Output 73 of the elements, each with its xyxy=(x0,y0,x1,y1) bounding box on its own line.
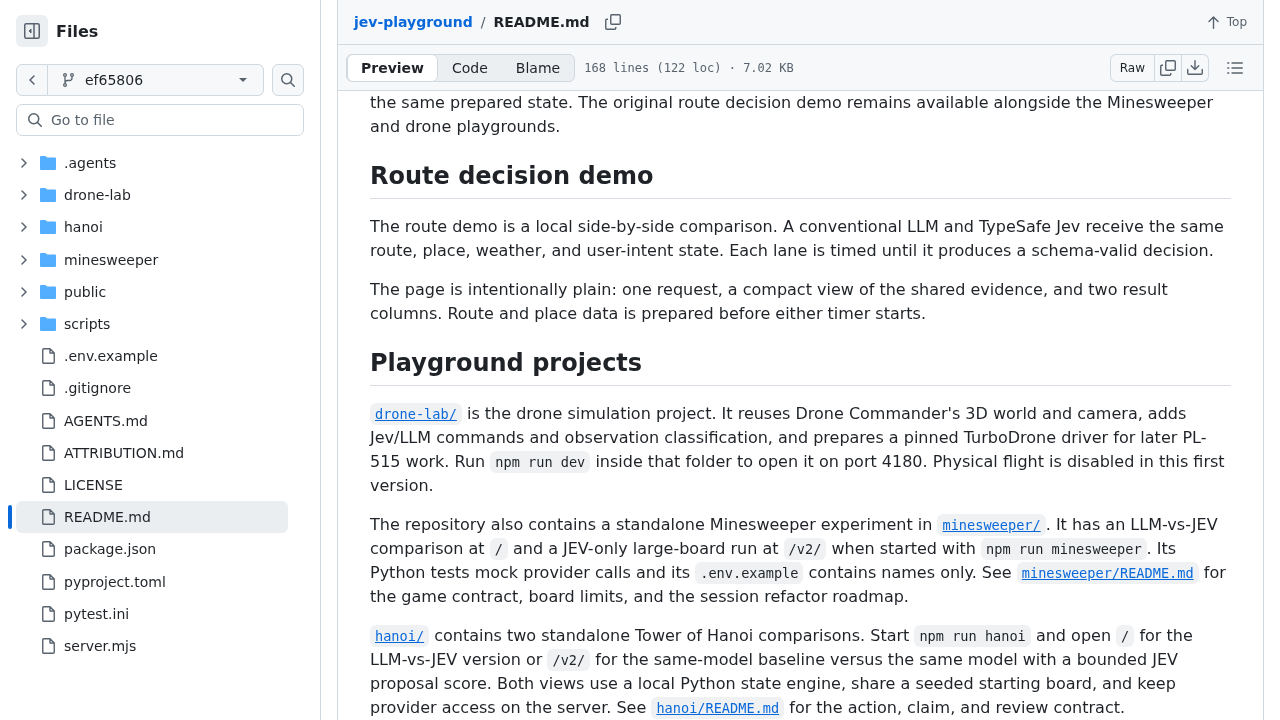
tree-item[interactable]: .agents xyxy=(16,147,288,180)
file-search-field[interactable]: Go to file xyxy=(16,104,304,136)
tree-item[interactable]: public xyxy=(16,275,288,308)
download-button[interactable] xyxy=(1182,53,1209,82)
download-icon xyxy=(1187,60,1203,75)
folder-icon xyxy=(40,188,56,203)
section-heading: Route decision demo xyxy=(370,161,1231,199)
top-button[interactable]: Top xyxy=(1207,11,1247,33)
section-heading: Playground projects xyxy=(370,348,1231,386)
readme-paragraph: The repository also contains a standalone Minesweeper experiment in minesweeper/ . It has an LLM-vs-JEV comparison at / and a JEV-only large-board run at /v2/ when started with npm run minesweeper . Its Python tests mock provider calls and its .env.example contains names only. See minesweeper/README.md for the game contract, board limits, and the session refactor roadmap. xyxy=(370,513,1227,608)
folder-icon xyxy=(40,252,56,267)
file-stats: 168 lines (122 loc) · 7.02 KB xyxy=(584,60,794,75)
search-icon xyxy=(28,113,42,127)
folder-icon xyxy=(40,220,56,235)
readme-paragraph: the same prepared state. The original route decision demo remains available alongside the Minesweeper and drone playgrounds. xyxy=(370,92,1215,138)
readme-paragraph: The page is intentionally plain: one request, a compact view of the shared evidence, and two result columns. Route and place data is prepared before either timer starts. xyxy=(370,279,1169,325)
sidebar-toggle-button[interactable] xyxy=(16,15,48,47)
copy-button[interactable] xyxy=(1155,53,1182,82)
file-icon xyxy=(41,412,55,429)
code-link[interactable]: hanoi/ xyxy=(370,625,430,647)
readme-paragraph: hanoi/ contains two standalone Tower of Hanoi comparisons. Start npm run hanoi and open / for the LLM-vs-JEV version or /v2/ for the same-model baseline versus the same model with a bounded JEV proposal score. Both views use a local Python state engine, share a seeded starting board, and keep provider access on the server. See hanoi/README.md for the action, claim, and review contract. xyxy=(370,624,1194,720)
tree-item[interactable]: LICENSE xyxy=(16,468,288,501)
tree-item[interactable]: pyproject.toml xyxy=(16,565,288,598)
view-tab[interactable]: Code xyxy=(438,53,502,82)
view-tab[interactable]: Preview xyxy=(347,53,438,82)
list-icon xyxy=(1227,61,1243,74)
tree-item[interactable]: drone-lab xyxy=(16,179,288,212)
tree-item[interactable]: package.json xyxy=(16,533,288,566)
folder-icon xyxy=(40,284,56,299)
tree-item[interactable]: scripts xyxy=(16,308,288,341)
file-name: README.md xyxy=(493,14,590,30)
file-icon xyxy=(41,637,55,654)
file-icon xyxy=(41,476,55,493)
sidebar-title: Files xyxy=(56,21,99,41)
arrow-up-icon xyxy=(1207,15,1219,29)
search-icon xyxy=(281,73,295,87)
panel-icon xyxy=(24,23,40,39)
file-icon xyxy=(41,509,55,526)
branch-selector[interactable]: ef65806 xyxy=(48,64,264,96)
selection-indicator xyxy=(8,505,12,530)
view-tab[interactable]: Blame xyxy=(501,53,575,82)
tree-item[interactable]: .gitignore xyxy=(16,372,288,405)
code-link[interactable]: minesweeper/README.md xyxy=(1016,562,1199,584)
copy-icon xyxy=(1160,59,1176,76)
caret-down-icon xyxy=(239,78,247,82)
file-icon xyxy=(41,444,55,461)
file-icon xyxy=(41,605,55,622)
file-icon xyxy=(41,348,55,365)
repo-link[interactable]: jev-playground xyxy=(354,14,473,30)
tree-item[interactable]: .env.example xyxy=(16,340,288,373)
copy-icon xyxy=(604,14,621,30)
readme-paragraph: drone-lab/ is the drone simulation project. It reuses Drone Commander's 3D world and camera, adds Jev/LLM commands and observation classification, and prepares a pinned TurboDrone driver for later PL-515 work. Run npm run dev inside that folder to open it on port 4180. Physical flight is disabled in this first version. xyxy=(370,402,1226,497)
tree-item[interactable]: ATTRIBUTION.md xyxy=(16,436,288,469)
branch-icon xyxy=(63,73,74,87)
folder-icon xyxy=(40,156,56,171)
breadcrumb-separator: / xyxy=(480,14,486,30)
tree-item[interactable]: README.md xyxy=(16,501,288,534)
tree-item[interactable]: minesweeper xyxy=(16,243,288,276)
folder-icon xyxy=(40,317,56,332)
search-button[interactable] xyxy=(272,64,304,96)
tree-item[interactable]: pytest.ini xyxy=(16,597,288,630)
code-link[interactable]: minesweeper/ xyxy=(937,514,1046,536)
chevron-left-icon xyxy=(29,75,35,85)
readme-paragraph: The route demo is a local side-by-side comparison. A conventional LLM and TypeSafe Jev receive the same route, place, weather, and user-intent state. Each lane is timed until it produces a schema-valid decision. xyxy=(370,216,1225,262)
file-icon xyxy=(41,541,55,558)
code-link[interactable]: drone-lab/ xyxy=(370,403,462,425)
tree-item[interactable]: AGENTS.md xyxy=(16,404,288,437)
raw-button[interactable]: Raw xyxy=(1109,53,1155,82)
tree-item[interactable]: server.mjs xyxy=(16,629,288,662)
file-icon xyxy=(41,380,55,397)
file-icon xyxy=(41,573,55,590)
tree-item[interactable]: hanoi xyxy=(16,211,288,244)
code-link[interactable]: hanoi/README.md xyxy=(651,697,785,719)
